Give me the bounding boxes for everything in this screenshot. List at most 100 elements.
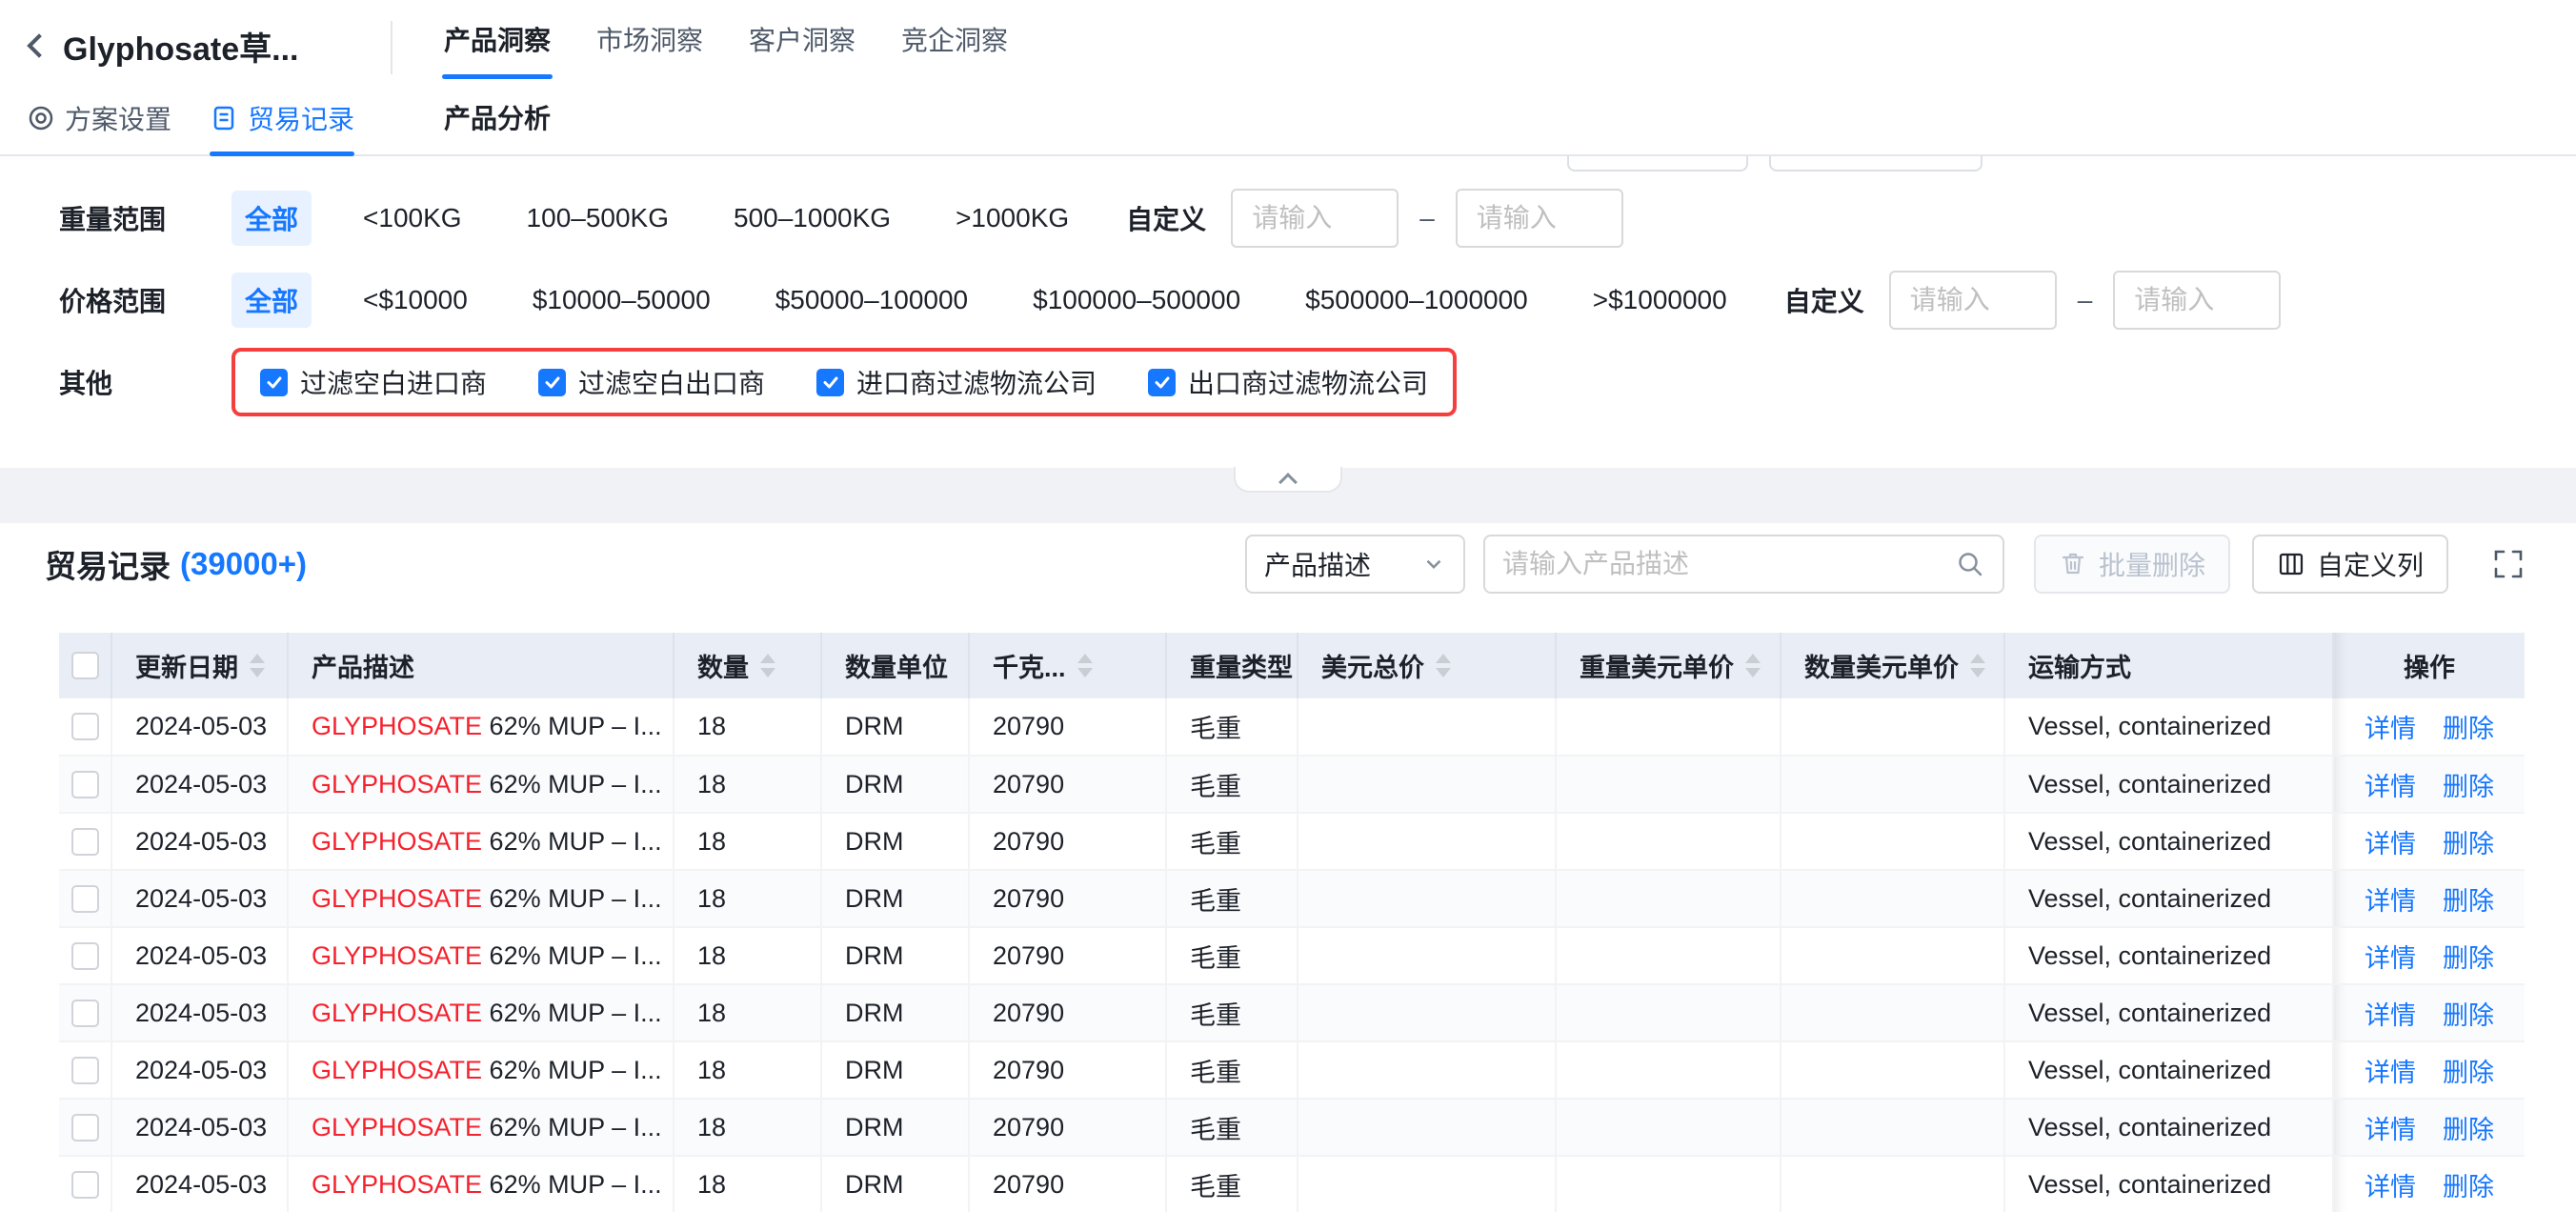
row-checkbox[interactable] (71, 942, 99, 970)
price-option-50000-100000[interactable]: $50000–100000 (762, 276, 981, 324)
detail-link[interactable]: 详情 (2365, 1173, 2416, 1202)
delete-link[interactable]: 删除 (2443, 830, 2494, 858)
col-quantity[interactable]: 数量 (674, 633, 821, 698)
row-checkbox[interactable] (71, 1171, 99, 1199)
weight-option-gt1000[interactable]: >1000KG (942, 194, 1082, 242)
checkbox-importer-filter-logistics[interactable]: 进口商过滤物流公司 (816, 363, 1097, 401)
price-option-gt1000000[interactable]: >$1000000 (1580, 276, 1741, 324)
cell-usd-per-weight (1556, 756, 1781, 813)
page-title: Glyphosate草... (63, 23, 299, 70)
back-icon[interactable] (27, 33, 50, 57)
detail-link[interactable]: 详情 (2365, 1116, 2416, 1144)
weight-option-lt100[interactable]: <100KG (350, 194, 475, 242)
filter-panel: 重量范围 全部 <100KG 100–500KG 500–1000KG >100… (0, 156, 2576, 468)
sort-icon[interactable] (1745, 654, 1761, 677)
cell-usd-per-quantity (1781, 927, 2004, 984)
checkbox-filter-blank-importer[interactable]: 过滤空白进口商 (260, 363, 487, 401)
price-option-500000-1000000[interactable]: $500000–1000000 (1292, 276, 1541, 324)
cell-product-description: GLYPHOSATE 62% MUP – I... (288, 698, 674, 756)
sort-icon[interactable] (1077, 654, 1093, 677)
detail-link[interactable]: 详情 (2365, 830, 2416, 858)
custom-columns-button[interactable]: 自定义列 (2252, 535, 2448, 594)
detail-link[interactable]: 详情 (2365, 1059, 2416, 1087)
price-option-100000-500000[interactable]: $100000–500000 (1019, 276, 1254, 324)
cell-quantity-unit: DRM (821, 870, 969, 927)
table-body: 2024-05-03 GLYPHOSATE 62% MUP – I... 18 … (59, 698, 2525, 1212)
nav-item-trade-records[interactable]: 贸易记录 (210, 99, 354, 137)
col-usd-per-quantity[interactable]: 数量美元单价 (1781, 633, 2004, 698)
detail-link[interactable]: 详情 (2365, 944, 2416, 973)
search-type-select[interactable]: 产品描述 (1245, 535, 1465, 594)
price-option-10000-50000[interactable]: $10000–50000 (519, 276, 724, 324)
tab-competitor-insight[interactable]: 竞企洞察 (901, 20, 1008, 58)
delete-link[interactable]: 删除 (2443, 887, 2494, 916)
search-input[interactable] (1502, 549, 1955, 579)
row-checkbox[interactable] (71, 713, 99, 740)
cell-update-date: 2024-05-03 (111, 1099, 288, 1156)
cell-quantity-unit: DRM (821, 698, 969, 756)
delete-link[interactable]: 删除 (2443, 1116, 2494, 1144)
cutoff-control-2 (1769, 156, 1982, 172)
search-icon[interactable] (1955, 549, 1985, 579)
col-usd-per-weight[interactable]: 重量美元单价 (1556, 633, 1781, 698)
price-max-input[interactable] (2113, 271, 2281, 330)
batch-delete-button[interactable]: 批量删除 (2034, 535, 2230, 594)
detail-link[interactable]: 详情 (2365, 887, 2416, 916)
highlighted-keyword: GLYPHOSATE (312, 827, 482, 856)
price-min-input[interactable] (1889, 271, 2057, 330)
cell-update-date: 2024-05-03 (111, 813, 288, 870)
sort-icon[interactable] (1436, 654, 1451, 677)
cell-quantity: 18 (674, 870, 821, 927)
row-checkbox[interactable] (71, 1114, 99, 1141)
col-quantity-unit: 数量单位 (821, 633, 969, 698)
row-checkbox[interactable] (71, 1057, 99, 1084)
sort-icon[interactable] (1970, 654, 1985, 677)
fullscreen-icon[interactable] (2492, 548, 2525, 580)
detail-link[interactable]: 详情 (2365, 715, 2416, 743)
subtab-product-analysis[interactable]: 产品分析 (444, 98, 551, 136)
sort-icon[interactable] (250, 654, 265, 677)
weight-min-input[interactable] (1231, 189, 1399, 248)
delete-link[interactable]: 删除 (2443, 1001, 2494, 1030)
cell-product-description: GLYPHOSATE 62% MUP – I... (288, 984, 674, 1041)
checkbox-label: 过滤空白出口商 (578, 363, 765, 401)
row-checkbox[interactable] (71, 1000, 99, 1027)
tab-customer-insight[interactable]: 客户洞察 (749, 20, 855, 58)
cell-usd-per-weight (1556, 984, 1781, 1041)
detail-link[interactable]: 详情 (2365, 1001, 2416, 1030)
price-option-lt10000[interactable]: <$10000 (350, 276, 481, 324)
other-filter-label: 其他 (59, 363, 231, 401)
nav-item-scheme-settings[interactable]: 方案设置 (27, 99, 171, 137)
sort-icon[interactable] (760, 654, 775, 677)
delete-link[interactable]: 删除 (2443, 773, 2494, 801)
row-checkbox[interactable] (71, 885, 99, 913)
delete-link[interactable]: 删除 (2443, 1173, 2494, 1202)
checkbox-filter-blank-exporter[interactable]: 过滤空白出口商 (538, 363, 765, 401)
cell-actions: 详情删除 (2333, 813, 2525, 870)
col-kilograms[interactable]: 千克... (969, 633, 1166, 698)
weight-max-input[interactable] (1456, 189, 1623, 248)
cell-usd-total (1298, 1156, 1556, 1212)
delete-link[interactable]: 删除 (2443, 715, 2494, 743)
weight-option-500-1000[interactable]: 500–1000KG (720, 194, 904, 242)
detail-link[interactable]: 详情 (2365, 773, 2416, 801)
col-update-date[interactable]: 更新日期 (111, 633, 288, 698)
weight-option-all[interactable]: 全部 (231, 191, 312, 246)
tab-product-insight[interactable]: 产品洞察 (444, 20, 551, 58)
cell-weight-type: 毛重 (1166, 927, 1298, 984)
row-checkbox[interactable] (71, 771, 99, 798)
weight-option-100-500[interactable]: 100–500KG (513, 194, 682, 242)
cell-transport-mode: Vessel, containerized (2004, 698, 2333, 756)
delete-link[interactable]: 删除 (2443, 1059, 2494, 1087)
other-filter-row: 其他 过滤空白进口商 过滤空白出口商 进口商过滤物流公司 出口商过滤物流公司 (59, 353, 2576, 412)
tab-market-insight[interactable]: 市场洞察 (596, 20, 703, 58)
cell-usd-per-quantity (1781, 984, 2004, 1041)
price-option-all[interactable]: 全部 (231, 273, 312, 328)
delete-link[interactable]: 删除 (2443, 944, 2494, 973)
select-all-checkbox[interactable] (71, 652, 99, 679)
checkbox-exporter-filter-logistics[interactable]: 出口商过滤物流公司 (1148, 363, 1428, 401)
cell-actions: 详情删除 (2333, 698, 2525, 756)
collapse-filter-tab[interactable] (1234, 466, 1342, 493)
row-checkbox[interactable] (71, 828, 99, 856)
col-usd-total[interactable]: 美元总价 (1298, 633, 1556, 698)
